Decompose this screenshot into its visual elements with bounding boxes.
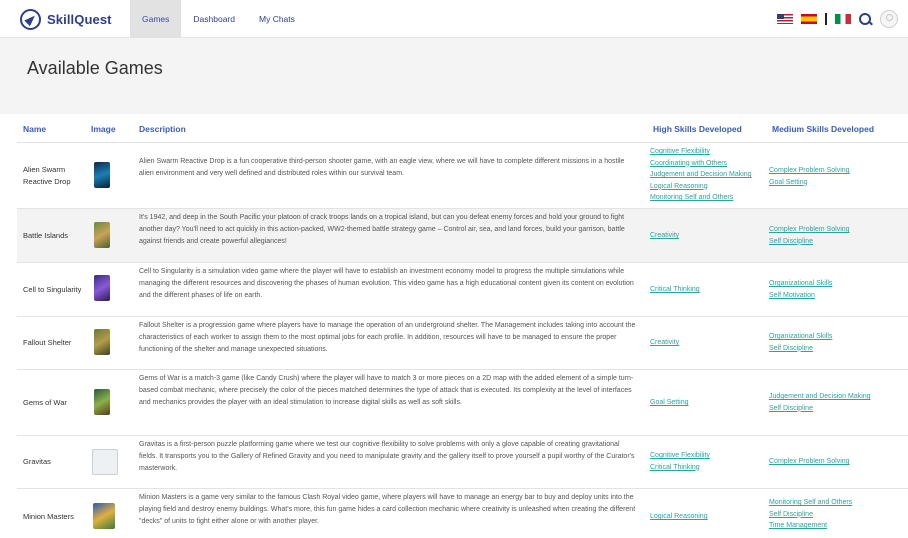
high-skills-list: Creativity <box>650 337 772 349</box>
skill-link[interactable]: Complex Problem Solving <box>769 224 899 236</box>
skill-link[interactable]: Critical Thinking <box>650 284 772 296</box>
column-header-name: Name <box>23 124 47 134</box>
skill-link[interactable]: Logical Reasoning <box>650 181 772 193</box>
skill-link[interactable]: Monitoring Self and Others <box>650 192 772 204</box>
flag-es-icon[interactable] <box>801 14 817 24</box>
table-row[interactable]: Alien Swarm Reactive Drop Alien Swarm Re… <box>17 142 908 208</box>
medium-skills-list: Judgement and Decision Making Self Disci… <box>769 391 899 414</box>
nav-dashboard[interactable]: Dashboard <box>181 0 247 38</box>
game-thumbnail[interactable] <box>94 389 110 415</box>
skill-link[interactable]: Judgement and Decision Making <box>769 391 899 403</box>
game-description: Gems of War is a match-3 game (like Cand… <box>139 375 634 406</box>
high-skills-list: Cognitive Flexibility Coordinating with … <box>650 146 772 204</box>
game-thumbnail[interactable] <box>94 222 110 248</box>
skill-link[interactable]: Organizational Skills <box>769 331 899 343</box>
table-row[interactable]: Battle Islands It's 1942, and deep in th… <box>17 208 908 262</box>
flag-separator <box>825 13 827 25</box>
brand-name: SkillQuest <box>47 12 112 27</box>
nav-games[interactable]: Games <box>130 0 182 38</box>
skill-link[interactable]: Creativity <box>650 230 772 242</box>
game-name[interactable]: Battle Islands <box>23 230 85 242</box>
game-name[interactable]: Cell to Singularity <box>23 284 85 296</box>
skill-link[interactable]: Goal Setting <box>650 397 772 409</box>
skill-link[interactable]: Cognitive Flexibility <box>650 450 772 462</box>
high-skills-list: Logical Reasoning <box>650 511 772 523</box>
medium-skills-list: Complex Problem Solving <box>769 456 899 468</box>
game-thumbnail[interactable] <box>92 449 118 475</box>
column-header-high-skills: High Skills Developed <box>653 124 742 134</box>
skill-link[interactable]: Complex Problem Solving <box>769 165 899 177</box>
skill-link[interactable]: Creativity <box>650 337 772 349</box>
skill-link[interactable]: Critical Thinking <box>650 462 772 474</box>
game-name[interactable]: Gems of War <box>23 397 85 409</box>
skill-link[interactable]: Time Management <box>769 520 899 532</box>
skill-link[interactable]: Cognitive Flexibility <box>650 146 772 158</box>
medium-skills-list: Organizational Skills Self Discipline <box>769 331 899 354</box>
high-skills-list: Cognitive Flexibility Critical Thinking <box>650 450 772 473</box>
skill-link[interactable]: Self Discipline <box>769 343 899 355</box>
top-navbar: SkillQuest Games Dashboard My Chats <box>0 0 908 38</box>
medium-skills-list: Organizational Skills Self Motivation <box>769 278 899 301</box>
game-thumbnail[interactable] <box>93 503 115 529</box>
skill-link[interactable]: Goal Setting <box>769 177 899 189</box>
table-row[interactable]: Gems of War Gems of War is a match-3 gam… <box>17 369 908 435</box>
game-thumbnail[interactable] <box>94 162 110 188</box>
high-skills-list: Creativity <box>650 230 772 242</box>
skill-link[interactable]: Complex Problem Solving <box>769 456 899 468</box>
page-header: Available Games <box>0 38 908 114</box>
game-thumbnail[interactable] <box>94 329 110 355</box>
game-name[interactable]: Minion Masters <box>23 511 85 523</box>
medium-skills-list: Complex Problem Solving Self Discipline <box>769 224 899 247</box>
game-description: Cell to Singularity is a simulation vide… <box>139 268 634 299</box>
medium-skills-list: Monitoring Self and Others Self Discipli… <box>769 497 899 532</box>
game-description: Fallout Shelter is a progression game wh… <box>139 322 636 353</box>
skill-link[interactable]: Self Discipline <box>769 403 899 415</box>
header-tools <box>777 10 898 28</box>
flag-us-icon[interactable] <box>777 14 793 24</box>
skill-link[interactable]: Logical Reasoning <box>650 511 772 523</box>
game-description: It's 1942, and deep in the South Pacific… <box>139 214 625 245</box>
user-avatar-icon[interactable] <box>880 10 898 28</box>
table-row[interactable]: Fallout Shelter Fallout Shelter is a pro… <box>17 316 908 369</box>
game-name[interactable]: Fallout Shelter <box>23 337 85 349</box>
skill-link[interactable]: Self Motivation <box>769 290 899 302</box>
table-row[interactable]: Cell to Singularity Cell to Singularity … <box>17 262 908 316</box>
skill-link[interactable]: Judgement and Decision Making <box>650 169 772 181</box>
games-table: Name Image Description High Skills Devel… <box>17 114 908 538</box>
nav-my-chats[interactable]: My Chats <box>247 0 307 38</box>
skill-link[interactable]: Coordinating with Others <box>650 158 772 170</box>
column-header-description: Description <box>139 124 186 134</box>
table-header: Name Image Description High Skills Devel… <box>17 114 908 142</box>
high-skills-list: Critical Thinking <box>650 284 772 296</box>
compass-icon <box>20 9 41 30</box>
flag-it-icon[interactable] <box>835 14 851 24</box>
table-row[interactable]: Minion Masters Minion Masters is a game … <box>17 488 908 538</box>
game-thumbnail[interactable] <box>94 275 110 301</box>
high-skills-list: Goal Setting <box>650 397 772 409</box>
brand-logo[interactable]: SkillQuest <box>20 9 112 30</box>
search-icon[interactable] <box>859 12 872 26</box>
main-nav: Games Dashboard My Chats <box>130 0 307 38</box>
game-description: Alien Swarm Reactive Drop is a fun coope… <box>139 158 625 177</box>
medium-skills-list: Complex Problem Solving Goal Setting <box>769 165 899 188</box>
skill-link[interactable]: Self Discipline <box>769 236 899 248</box>
table-row[interactable]: Gravitas Gravitas is a first-person puzz… <box>17 435 908 488</box>
column-header-medium-skills: Medium Skills Developed <box>772 124 875 134</box>
game-description: Gravitas is a first-person puzzle platfo… <box>139 441 635 472</box>
game-name[interactable]: Alien Swarm Reactive Drop <box>23 164 85 188</box>
skill-link[interactable]: Monitoring Self and Others <box>769 497 899 509</box>
skill-link[interactable]: Self Discipline <box>769 509 899 521</box>
column-header-image: Image <box>91 124 116 134</box>
skill-link[interactable]: Organizational Skills <box>769 278 899 290</box>
page-title: Available Games <box>27 58 163 78</box>
game-description: Minion Masters is a game very similar to… <box>139 494 636 525</box>
game-name[interactable]: Gravitas <box>23 456 85 468</box>
